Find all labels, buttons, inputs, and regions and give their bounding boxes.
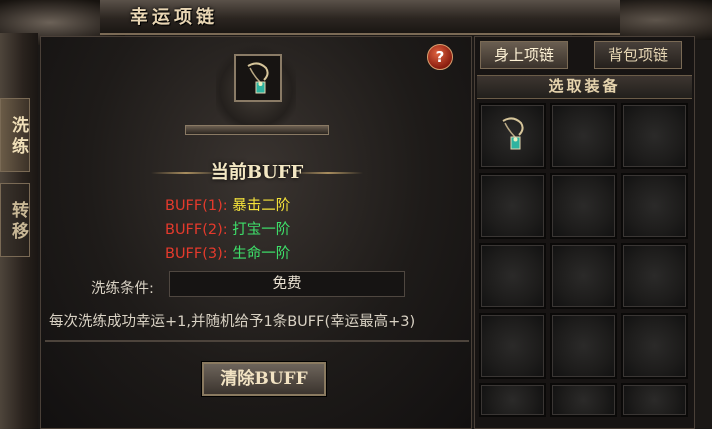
equipment-slot[interactable] — [621, 243, 688, 309]
buff-value: 生命一阶 — [232, 246, 291, 262]
equipment-slot[interactable] — [479, 173, 546, 239]
equipment-slot[interactable] — [550, 103, 617, 169]
buff-value: 暴击二阶 — [232, 198, 291, 214]
equipment-slot[interactable] — [479, 313, 546, 379]
tab-worn-necklace[interactable]: 身上项链 — [480, 41, 568, 69]
window-title: 幸运项链 — [130, 7, 218, 28]
condition-value: 免费 — [169, 271, 405, 297]
title-bar[interactable]: 幸运项链 — [100, 0, 620, 35]
equipment-panel: 身上项链 背包项链 选取装备 — [474, 36, 695, 429]
refine-description: 每次洗练成功幸运+1,并随机给予1条BUFF(幸运最高+3) — [49, 314, 416, 330]
refine-panel: ? 当前BUFF BUFF(1): 暴击二阶 BUFF(2): 打宝一阶 BUF… — [40, 36, 472, 429]
buff-row: BUFF(3): 生命一阶 — [165, 242, 290, 263]
window-frame: 幸运项链 洗练 转移 ? 当前BUFF BUFF(1): 暴击二阶 BUFF(2… — [0, 0, 712, 429]
buff-row: BUFF(2): 打宝一阶 — [165, 218, 290, 239]
equipment-slot[interactable] — [479, 383, 546, 417]
divider — [45, 340, 469, 342]
equipment-slot[interactable] — [550, 243, 617, 309]
buff-label: BUFF(3): — [165, 246, 228, 262]
equipment-slot[interactable] — [550, 173, 617, 239]
slot-pedestal — [185, 125, 329, 135]
select-equipment-header: 选取装备 — [477, 75, 692, 99]
equipment-slot[interactable] — [550, 383, 617, 417]
equipped-necklace-slot[interactable] — [234, 54, 282, 102]
equipment-slot[interactable] — [621, 383, 688, 417]
help-icon[interactable]: ? — [427, 44, 453, 70]
necklace-icon — [247, 62, 269, 94]
current-buff-title: 当前BUFF — [210, 162, 304, 183]
buff-value: 打宝一阶 — [232, 222, 291, 238]
tab-transfer[interactable]: 转移 — [0, 183, 30, 257]
tab-refine[interactable]: 洗练 — [0, 98, 30, 172]
buff-label: BUFF(1): — [165, 198, 228, 214]
equipment-slot[interactable] — [479, 103, 546, 169]
equipment-slot[interactable] — [621, 313, 688, 379]
necklace-icon — [502, 117, 524, 150]
condition-label: 洗练条件: — [91, 281, 154, 297]
equipment-slot[interactable] — [621, 173, 688, 239]
tab-bag-necklace[interactable]: 背包项链 — [594, 41, 682, 69]
equipment-slot[interactable] — [550, 313, 617, 379]
equipment-slot[interactable] — [621, 103, 688, 169]
equipment-slot[interactable] — [479, 243, 546, 309]
buff-label: BUFF(2): — [165, 222, 228, 238]
equipment-grid — [479, 103, 692, 417]
buff-row: BUFF(1): 暴击二阶 — [165, 194, 290, 215]
clear-buff-button[interactable]: 清除BUFF — [202, 362, 326, 396]
